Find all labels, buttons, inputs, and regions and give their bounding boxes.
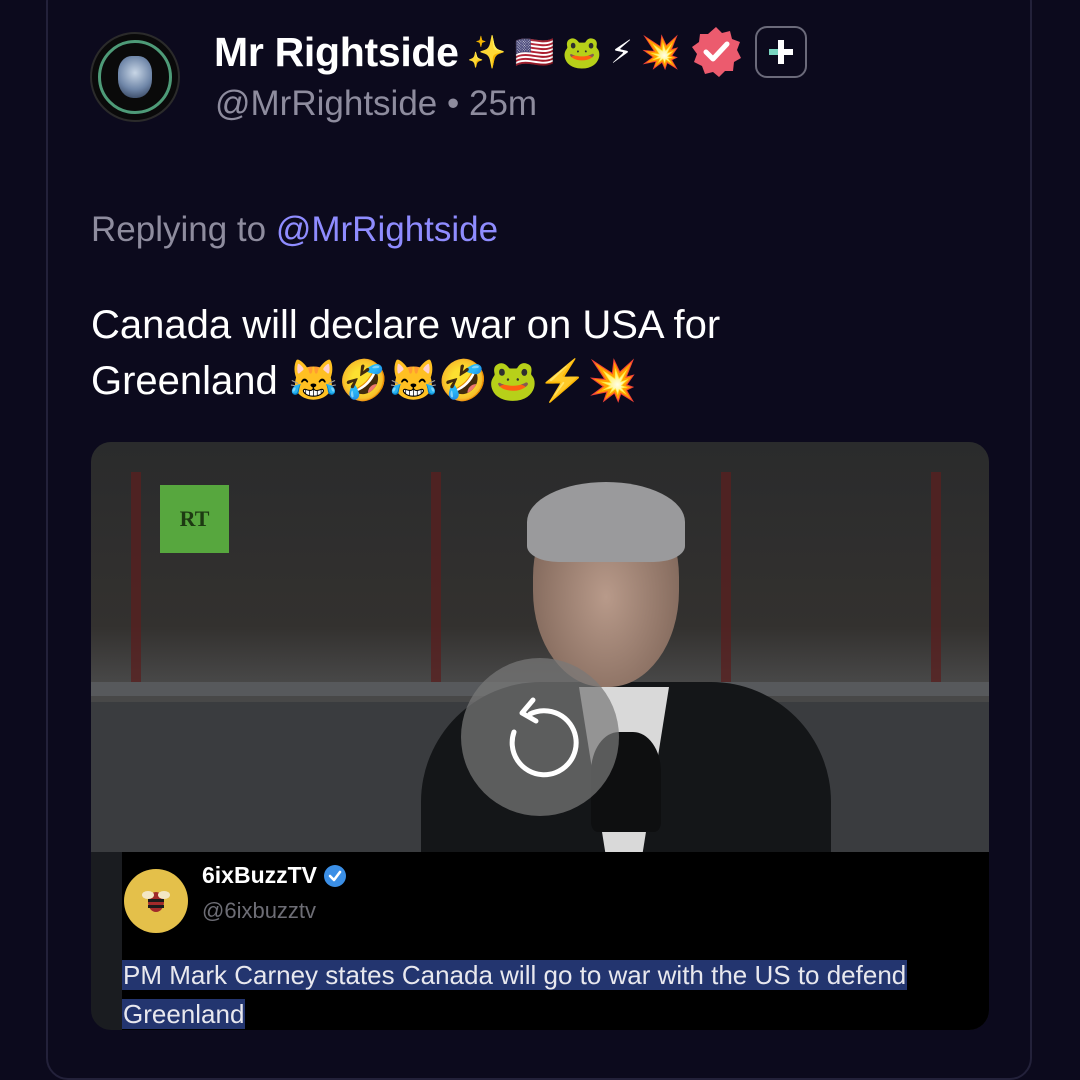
background-pillar (721, 472, 731, 682)
post-text: Canada will declare war on USA for Green… (91, 297, 951, 409)
bee-icon (142, 891, 170, 912)
rt-logo: RT (160, 485, 229, 553)
embedded-handle: @6ixbuzztv (202, 898, 317, 923)
name-emoji-flag: 🇺🇸 (514, 33, 555, 71)
follow-button[interactable] (754, 26, 807, 78)
embedded-text: PM Mark Carney states Canada will go to … (122, 956, 989, 1030)
handle[interactable]: @MrRightside (215, 84, 437, 123)
name-emoji-lightning: ⚡ (610, 33, 633, 71)
replay-icon (509, 697, 579, 778)
author-row: Mr Rightside ✨ 🇺🇸 🐸 ⚡ 💥 (214, 24, 807, 80)
background-pillar (931, 472, 941, 682)
avatar-face (118, 56, 152, 98)
replay-button[interactable] (461, 658, 619, 816)
reply-prefix: Replying to (91, 210, 267, 249)
display-name[interactable]: Mr Rightside (214, 29, 459, 76)
background-pillar (131, 472, 141, 682)
separator-dot: • (447, 84, 460, 123)
verified-check-icon (324, 864, 347, 887)
timestamp[interactable]: 25m (469, 84, 537, 123)
embedded-display-name: 6ixBuzzTV (202, 862, 318, 888)
replying-to: Replying to @MrRightside (91, 210, 498, 250)
reply-mention-link[interactable]: @MrRightside (276, 210, 498, 249)
embedded-text-line-2: Greenland (122, 999, 246, 1029)
speaker-hair (527, 482, 685, 562)
embedded-name-row: 6ixBuzzTV (202, 862, 347, 889)
embedded-text-line-1: PM Mark Carney states Canada will go to … (122, 960, 908, 990)
video-player[interactable]: RT 6ixBuzzTV @6ixbuzztv PM Mark Carney s… (91, 442, 989, 1030)
embedded-post: 6ixBuzzTV @6ixbuzztv PM Mark Carney stat… (122, 852, 989, 1030)
plus-icon (768, 40, 793, 64)
post-text-line-2: Greenland 😹🤣😹🤣🐸⚡💥 (91, 359, 638, 403)
post-text-line-1: Canada will declare war on USA for (91, 303, 721, 347)
avatar[interactable] (90, 32, 180, 122)
handle-row: @MrRightside • 25m (215, 84, 537, 124)
embedded-avatar (124, 869, 188, 933)
verified-badge-icon[interactable] (689, 25, 743, 79)
name-emoji-collision: 💥 (640, 33, 681, 71)
background-pillar (431, 472, 441, 682)
name-emoji-sparkles: ✨ (466, 33, 507, 71)
name-emoji-frog: 🐸 (562, 33, 603, 71)
